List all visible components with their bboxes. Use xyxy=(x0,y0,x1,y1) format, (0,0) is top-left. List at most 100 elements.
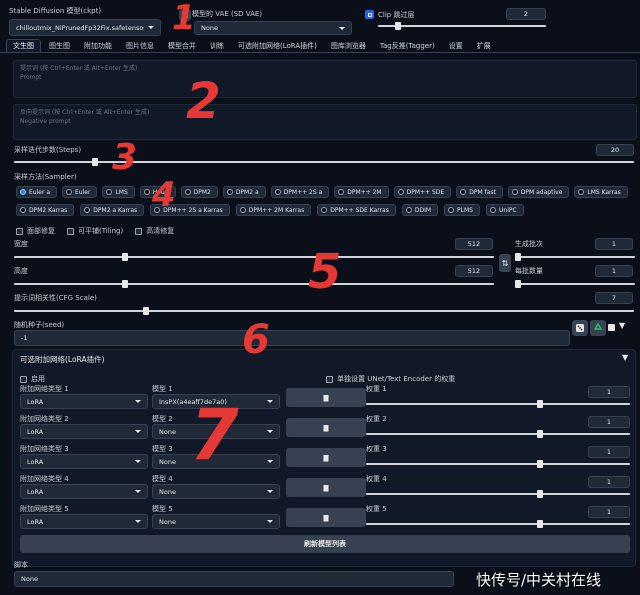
hires-fix-option[interactable]: 高清修复 xyxy=(135,226,174,236)
height-slider-track[interactable] xyxy=(14,283,494,285)
tab-train[interactable]: 训练 xyxy=(204,39,230,52)
batch-size-value[interactable]: 1 xyxy=(595,265,633,277)
refresh-models-button[interactable]: 刷新模型列表 xyxy=(20,535,630,553)
sampler-option[interactable]: DPM++ SDE xyxy=(393,186,452,198)
tab-checkpoint-merger[interactable]: 模型合并 xyxy=(162,39,202,52)
lora-weight-slider-track[interactable] xyxy=(366,463,630,465)
batch-count-value[interactable]: 1 xyxy=(595,238,633,250)
lora-weight-value[interactable]: 1 xyxy=(588,416,630,428)
lora-weight-slider-thumb[interactable] xyxy=(537,430,543,438)
height-slider-thumb[interactable] xyxy=(122,280,128,288)
cfg-slider-thumb[interactable] xyxy=(143,307,149,315)
lora-type-select[interactable]: LoRA xyxy=(20,514,148,529)
lora-model-info-button[interactable] xyxy=(286,418,366,437)
vae-select[interactable]: None xyxy=(194,21,352,35)
height-value[interactable]: 512 xyxy=(455,265,493,277)
lora-weight-slider-track[interactable] xyxy=(366,523,630,525)
lora-weight-value[interactable]: 1 xyxy=(588,506,630,518)
checkpoint-select[interactable]: chilloutmix_NiPrunedFp32Fix.safetensors … xyxy=(9,19,161,36)
sampler-option[interactable]: LMS Karras xyxy=(574,186,628,198)
swap-dimensions-button[interactable]: ⇅ xyxy=(499,254,511,272)
sampler-option[interactable]: DPM++ SDE Karras xyxy=(317,204,396,216)
lora-collapse-icon[interactable]: ▼ xyxy=(622,353,628,362)
lora-weight-value[interactable]: 1 xyxy=(588,476,630,488)
extra-seed-checkbox[interactable] xyxy=(608,324,615,331)
sampler-option[interactable]: DPM adaptive xyxy=(507,186,570,198)
lora-model-select[interactable]: None xyxy=(152,514,280,529)
lora-type-select[interactable]: LoRA xyxy=(20,424,148,439)
lora-row-2: 附加网络类型 2 LoRA 模型 2 None 权重 2 1 xyxy=(20,413,632,443)
seed-input[interactable]: -1 xyxy=(14,330,570,346)
sampler-option[interactable]: LMS xyxy=(102,186,135,198)
random-seed-button[interactable] xyxy=(572,320,588,336)
tab-img2img[interactable]: 图生图 xyxy=(43,39,76,52)
tab-txt2img[interactable]: 文生图 xyxy=(6,39,41,52)
lora-type-select[interactable]: LoRA xyxy=(20,394,148,409)
batch-count-slider-track[interactable] xyxy=(515,256,635,258)
batch-size-slider-track[interactable] xyxy=(515,283,635,285)
prompt-textarea[interactable]: 提示词 (按 Ctrl+Enter 或 Alt+Enter 生成) Prompt xyxy=(13,60,637,98)
script-select[interactable]: None xyxy=(14,571,454,587)
cfg-slider-track[interactable] xyxy=(14,310,634,312)
sampler-option[interactable]: Euler a xyxy=(16,186,58,198)
sampler-option[interactable]: DPM fast xyxy=(456,186,503,198)
clip-skip-slider-thumb[interactable] xyxy=(395,22,401,30)
tab-additional-networks[interactable]: 可选附加网络(LoRA插件) xyxy=(232,39,323,52)
batch-count-slider-thumb[interactable] xyxy=(515,253,521,261)
sampler-option[interactable]: DPM2 Karras xyxy=(16,204,75,216)
sampler-option[interactable]: Euler xyxy=(62,186,98,198)
tiling-option[interactable]: 可平铺(Tiling) xyxy=(67,226,123,236)
restore-faces-option[interactable]: 面部修复 xyxy=(16,226,55,236)
lora-weight-slider-thumb[interactable] xyxy=(537,490,543,498)
tab-tagger[interactable]: Tag反推(Tagger) xyxy=(374,39,441,52)
negative-prompt-textarea[interactable]: 反向提示词 (按 Ctrl+Enter 或 Alt+Enter 生成) Nega… xyxy=(13,104,637,140)
lora-weight-value[interactable]: 1 xyxy=(588,386,630,398)
sampler-option[interactable]: DPM++ 2M xyxy=(334,186,389,198)
lora-panel-title: 可选附加网络(LoRA插件) xyxy=(20,355,105,364)
sampler-option[interactable]: DDIM xyxy=(401,204,439,216)
tab-extras[interactable]: 附加功能 xyxy=(78,39,118,52)
sampler-option[interactable]: DPM++ 2S a xyxy=(270,186,330,198)
steps-slider-thumb[interactable] xyxy=(92,158,98,166)
steps-value[interactable]: 20 xyxy=(596,144,634,156)
sampler-option[interactable]: DPM2 a xyxy=(222,186,266,198)
sampler-option[interactable]: DPM++ 2M Karras xyxy=(235,204,312,216)
radio-icon xyxy=(239,207,246,213)
sampler-option[interactable]: DPM2 xyxy=(180,186,218,198)
watermark: 快传号/中关村在线 xyxy=(476,571,602,589)
lora-weight-slider-track[interactable] xyxy=(366,433,630,435)
tab-extensions[interactable]: 扩展 xyxy=(471,39,497,52)
lora-weight-slider-thumb[interactable] xyxy=(537,520,543,528)
clip-skip-value[interactable]: 2 xyxy=(506,8,546,20)
steps-slider-track[interactable] xyxy=(14,161,634,163)
tab-settings[interactable]: 设置 xyxy=(443,39,469,52)
lora-model-info-button[interactable] xyxy=(286,508,366,527)
clip-skip-slider-track[interactable] xyxy=(378,25,546,27)
lora-weight-value[interactable]: 1 xyxy=(588,446,630,458)
seed-extra-toggle-icon[interactable]: ▼ xyxy=(619,321,625,330)
width-value[interactable]: 512 xyxy=(455,238,493,250)
lora-weight-slider-thumb[interactable] xyxy=(537,460,543,468)
width-slider-track[interactable] xyxy=(14,256,494,258)
chevron-down-icon xyxy=(267,520,273,523)
sampler-option[interactable]: UniPC xyxy=(486,204,524,216)
script-value: None xyxy=(21,575,38,583)
batch-size-slider-thumb[interactable] xyxy=(515,280,521,288)
lora-weight-slider-track[interactable] xyxy=(366,493,630,495)
cfg-value[interactable]: 7 xyxy=(595,292,633,304)
tab-image-browser[interactable]: 图库浏览器 xyxy=(325,39,372,52)
lora-type-select[interactable]: LoRA xyxy=(20,454,148,469)
lora-model-info-button[interactable] xyxy=(286,478,366,497)
lora-model-info-button[interactable] xyxy=(286,388,366,407)
width-slider-thumb[interactable] xyxy=(122,253,128,261)
lora-model-select[interactable]: None xyxy=(152,484,280,499)
lora-weight-slider-thumb[interactable] xyxy=(537,400,543,408)
reuse-seed-button[interactable] xyxy=(590,320,606,336)
lora-type-select[interactable]: LoRA xyxy=(20,484,148,499)
lora-model-info-button[interactable] xyxy=(286,448,366,467)
sampler-option[interactable]: DPM2 a Karras xyxy=(80,204,145,216)
clip-skip-checkbox[interactable] xyxy=(365,10,374,19)
sampler-option[interactable]: PLMS xyxy=(444,204,480,216)
tab-png-info[interactable]: 图片信息 xyxy=(120,39,160,52)
lora-weight-slider-track[interactable] xyxy=(366,403,630,405)
